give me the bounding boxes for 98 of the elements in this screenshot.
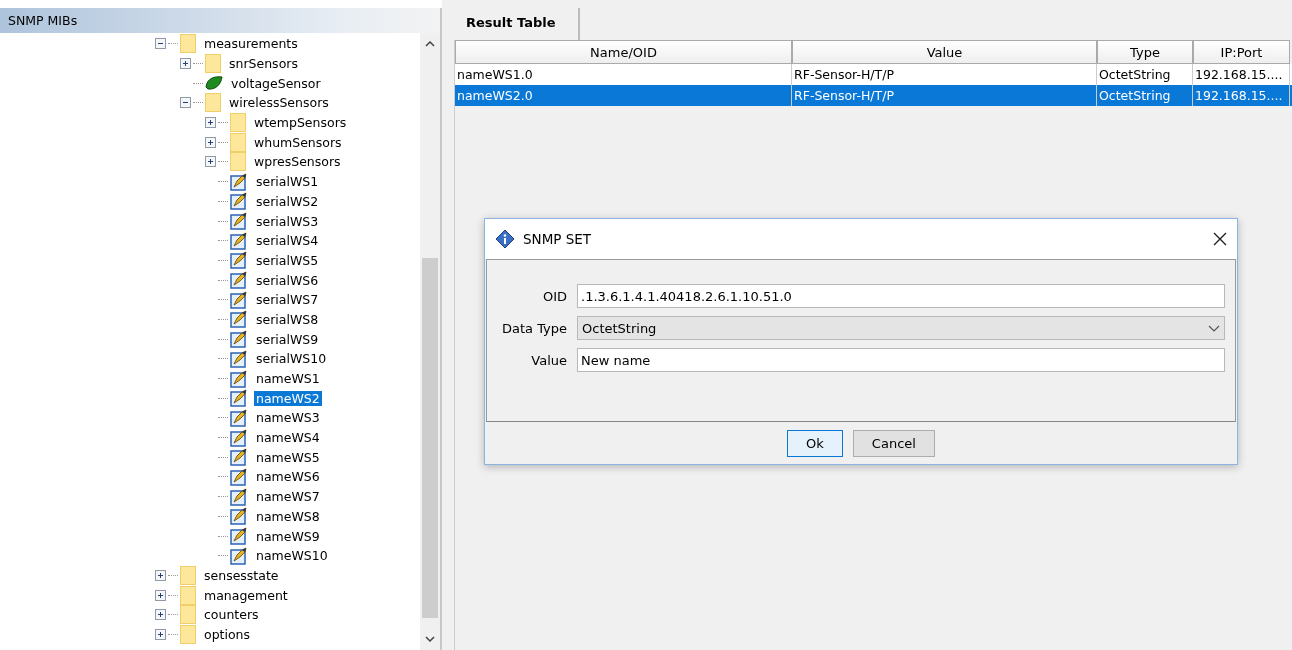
- tree-item[interactable]: sensesstate: [202, 567, 281, 583]
- tree-item[interactable]: serialWS3: [254, 213, 321, 229]
- tree-item[interactable]: serialWS5: [254, 252, 321, 268]
- tree-item[interactable]: wpresSensors: [252, 154, 343, 170]
- column-header[interactable]: IP:Port: [1193, 40, 1290, 64]
- tree-item[interactable]: serialWS6: [254, 272, 321, 288]
- pen-icon: [230, 212, 248, 231]
- folder-icon: [180, 565, 196, 585]
- leaf-icon: [205, 74, 223, 93]
- table-cell: OctetString: [1097, 85, 1193, 106]
- scroll-down-icon[interactable]: [425, 636, 435, 642]
- table-cell: RF-Sensor-H/T/P: [792, 85, 1097, 106]
- dropdown[interactable]: OctetString: [577, 316, 1225, 340]
- input-field[interactable]: .1.3.6.1.4.1.40418.2.6.1.10.51.0: [577, 284, 1225, 308]
- folder-icon: [230, 132, 246, 152]
- tree-item[interactable]: serialWS10: [254, 351, 329, 367]
- caret-icon: [1208, 324, 1220, 332]
- pen-icon: [230, 507, 248, 526]
- field-label: Value: [530, 352, 568, 368]
- tree-item[interactable]: nameWS1: [254, 371, 322, 387]
- tree-item[interactable]: nameWS9: [254, 528, 322, 544]
- tree-item[interactable]: nameWS7: [254, 489, 322, 505]
- pen-icon: [230, 428, 248, 447]
- folder-icon: [180, 605, 196, 625]
- pen-icon: [230, 487, 248, 506]
- tree-item[interactable]: options: [202, 626, 253, 642]
- expander-icon[interactable]: [205, 156, 216, 168]
- folder-icon: [205, 93, 221, 113]
- pen-icon: [230, 408, 248, 427]
- info-icon: [495, 229, 515, 249]
- pen-icon: [230, 192, 248, 211]
- pen-icon: [230, 310, 248, 329]
- pen-icon: [230, 389, 248, 408]
- expander-icon[interactable]: [155, 569, 166, 581]
- panel-title: SNMP MIBs: [0, 8, 442, 33]
- dialog-button[interactable]: Cancel: [852, 429, 935, 457]
- pen-icon: [230, 467, 248, 486]
- close-icon[interactable]: [1213, 232, 1227, 246]
- tree-item[interactable]: management: [202, 587, 290, 603]
- pen-icon: [230, 369, 248, 388]
- expander-icon[interactable]: [155, 609, 166, 621]
- expander-icon[interactable]: [205, 136, 216, 148]
- tree-item[interactable]: nameWS5: [254, 449, 322, 465]
- tree-item[interactable]: nameWS6: [254, 469, 322, 485]
- pen-icon: [230, 251, 248, 270]
- tree-item[interactable]: nameWS3: [254, 410, 322, 426]
- folder-icon: [180, 624, 196, 644]
- pen-icon: [230, 330, 248, 349]
- tree-item[interactable]: serialWS4: [254, 233, 321, 249]
- folder-icon: [180, 34, 196, 54]
- column-header[interactable]: Name/OID: [455, 40, 792, 64]
- table-row[interactable]: nameWS1.0 RF-Sensor-H/T/P OctetString 192.168.15....: [455, 64, 1292, 85]
- scroll-up-icon[interactable]: [425, 41, 435, 47]
- column-header[interactable]: Type: [1097, 40, 1193, 64]
- tree-item[interactable]: serialWS8: [254, 311, 321, 327]
- dialog-title: SNMP SET: [523, 231, 593, 247]
- expander-icon[interactable]: [205, 117, 216, 129]
- tree-item[interactable]: voltageSensor: [229, 75, 323, 91]
- tree-item[interactable]: nameWS8: [254, 508, 322, 524]
- folder-icon: [230, 113, 246, 133]
- table-row[interactable]: nameWS2.0 RF-Sensor-H/T/P OctetString 192.168.15....: [455, 85, 1292, 106]
- expander-icon[interactable]: [155, 628, 166, 640]
- field-label: OID: [541, 288, 568, 304]
- table-cell: 192.168.15....: [1193, 85, 1290, 106]
- pen-icon: [230, 349, 248, 368]
- expander-icon[interactable]: [180, 58, 191, 70]
- tree-item[interactable]: nameWS10: [254, 548, 330, 564]
- expander-icon[interactable]: [180, 97, 191, 109]
- tree-item[interactable]: wtempSensors: [252, 115, 349, 131]
- expander-icon[interactable]: [155, 589, 166, 601]
- tree-item[interactable]: serialWS1: [254, 174, 321, 190]
- tree-item[interactable]: nameWS2: [254, 390, 322, 406]
- pen-icon: [230, 290, 248, 309]
- tree-item[interactable]: snrSensors: [227, 56, 300, 72]
- pen-icon: [230, 172, 248, 191]
- tree-item[interactable]: serialWS2: [254, 193, 321, 209]
- field-label: Data Type: [500, 320, 568, 336]
- folder-icon: [230, 152, 246, 172]
- tree-item[interactable]: measurements: [202, 36, 300, 52]
- pen-icon: [230, 527, 248, 546]
- pen-icon: [230, 231, 248, 250]
- column-header[interactable]: Value: [792, 40, 1097, 64]
- input-field[interactable]: New name: [577, 348, 1225, 372]
- table-cell: nameWS2.0: [455, 85, 792, 106]
- tree-item[interactable]: serialWS7: [254, 292, 321, 308]
- tree-item[interactable]: counters: [202, 607, 261, 623]
- tree-item[interactable]: whumSensors: [252, 134, 344, 150]
- folder-icon: [205, 54, 221, 74]
- dialog-button[interactable]: Ok: [787, 429, 843, 457]
- tree-item[interactable]: serialWS9: [254, 331, 321, 347]
- pen-icon: [230, 546, 248, 565]
- expander-icon[interactable]: [155, 38, 166, 50]
- pen-icon: [230, 271, 248, 290]
- pen-icon: [230, 448, 248, 467]
- folder-icon: [180, 585, 196, 605]
- scrollbar[interactable]: [420, 33, 440, 650]
- tree-item[interactable]: wirelessSensors: [227, 95, 331, 111]
- tree-item[interactable]: nameWS4: [254, 430, 322, 446]
